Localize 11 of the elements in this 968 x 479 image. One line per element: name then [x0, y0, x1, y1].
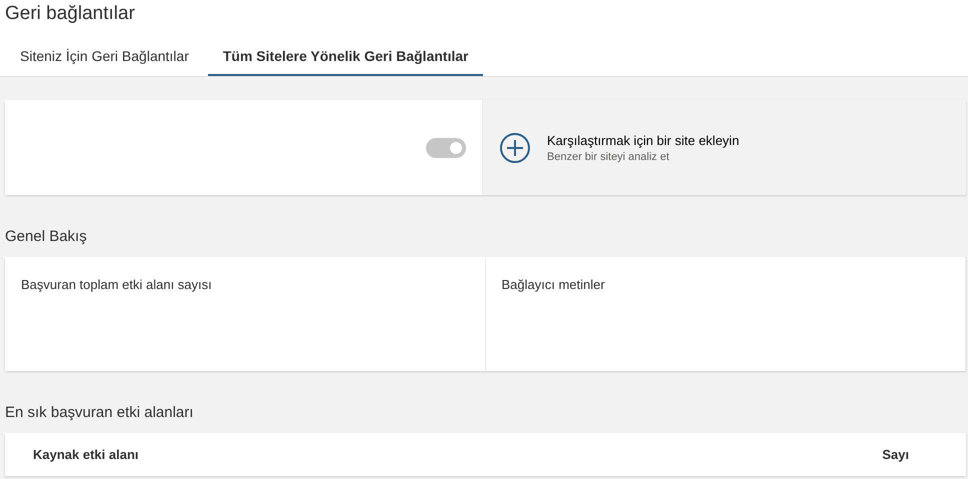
- section-heading: Genel Bakış: [5, 227, 88, 247]
- add-site-button[interactable]: Karşılaştırmak için bir site ekleyin Benzer bir siteyi analiz et: [483, 100, 966, 195]
- plus-circle-icon: [499, 132, 531, 164]
- tab[interactable]: Tüm Sitelere Yönelik Geri Bağlantılar: [208, 40, 484, 76]
- section-heading: En sık başvuran etki alanları: [5, 403, 194, 423]
- overview-card: Başvuran toplam etki alanı sayısı: [5, 257, 486, 371]
- column-header[interactable]: Sayı: [882, 447, 909, 462]
- page-title: Geri bağlantılar: [5, 2, 136, 26]
- tab[interactable]: Siteniz İçin Geri Bağlantılar: [5, 40, 204, 76]
- column-header[interactable]: Kaynak etki alanı: [33, 447, 138, 462]
- overview-card: Bağlayıcı metinler: [486, 257, 966, 371]
